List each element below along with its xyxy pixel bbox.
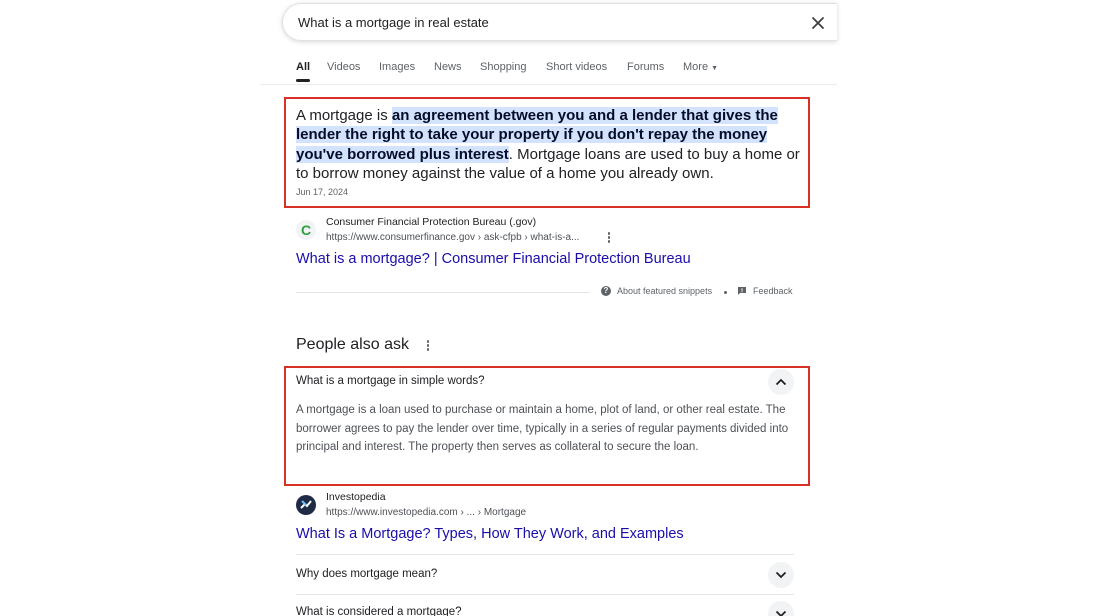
cfpb-favicon-letter: C bbox=[300, 222, 312, 238]
tab-more[interactable]: More ▼ bbox=[683, 61, 718, 73]
chevron-down-icon[interactable] bbox=[768, 601, 794, 616]
tabs-divider bbox=[260, 84, 837, 85]
tab-forums[interactable]: Forums bbox=[627, 61, 664, 73]
snippet-text-before: A mortgage is bbox=[296, 107, 392, 124]
featured-snippet-text: A mortgage is an agreement between you a… bbox=[296, 106, 801, 183]
paa-question-1[interactable]: What is a mortgage in simple words? bbox=[296, 375, 485, 387]
investopedia-favicon-icon[interactable] bbox=[296, 495, 316, 515]
paa-question-2[interactable]: Why does mortgage mean? bbox=[296, 568, 437, 580]
about-snippets-label: About featured snippets bbox=[617, 286, 713, 296]
feedback-link[interactable]: Feedback bbox=[737, 286, 793, 296]
tab-short-videos[interactable]: Short videos bbox=[546, 61, 607, 73]
source-url[interactable]: https://www.consumerfinance.gov › ask-cf… bbox=[326, 232, 579, 243]
snippet-divider bbox=[296, 292, 590, 293]
chevron-down-icon[interactable] bbox=[768, 562, 794, 588]
source-url-investopedia[interactable]: https://www.investopedia.com › ... › Mor… bbox=[326, 507, 526, 518]
result-link-cfpb[interactable]: What is a mortgage? | Consumer Financial… bbox=[296, 251, 691, 267]
cfpb-favicon-icon[interactable]: C bbox=[296, 220, 316, 240]
tab-news[interactable]: News bbox=[434, 61, 462, 73]
snippet-date: Jun 17, 2024 bbox=[296, 187, 349, 197]
about-featured-snippets[interactable]: ? About featured snippets bbox=[601, 286, 712, 296]
paa-question-3[interactable]: What is considered a mortgage? bbox=[296, 606, 462, 616]
search-bar[interactable]: What is a mortgage in real estate bbox=[282, 3, 837, 41]
paa-divider bbox=[296, 594, 794, 595]
paa-title: People also ask bbox=[296, 336, 409, 353]
feedback-label: Feedback bbox=[753, 286, 793, 296]
tab-shopping[interactable]: Shopping bbox=[480, 61, 527, 73]
result-link-investopedia[interactable]: What Is a Mortgage? Types, How They Work… bbox=[296, 526, 684, 542]
search-input[interactable]: What is a mortgage in real estate bbox=[298, 15, 489, 30]
paa-more-options-icon[interactable] bbox=[425, 340, 431, 352]
close-icon[interactable] bbox=[810, 15, 826, 31]
separator-dot bbox=[724, 291, 727, 294]
paa-divider bbox=[296, 554, 794, 555]
tab-all[interactable]: All bbox=[296, 61, 310, 73]
more-options-icon[interactable] bbox=[606, 232, 612, 244]
caret-down-icon: ▼ bbox=[711, 65, 719, 72]
feedback-icon bbox=[738, 287, 746, 295]
active-tab-indicator bbox=[296, 79, 310, 82]
tab-more-label: More bbox=[683, 61, 709, 73]
paa-answer-1: A mortgage is a loan used to purchase or… bbox=[296, 404, 789, 453]
tab-images[interactable]: Images bbox=[379, 61, 415, 73]
source-name[interactable]: Consumer Financial Protection Bureau (.g… bbox=[326, 216, 536, 228]
source-name-investopedia[interactable]: Investopedia bbox=[326, 491, 386, 503]
tab-videos[interactable]: Videos bbox=[327, 61, 360, 73]
chevron-up-icon[interactable] bbox=[768, 369, 794, 395]
help-icon: ? bbox=[601, 286, 611, 296]
